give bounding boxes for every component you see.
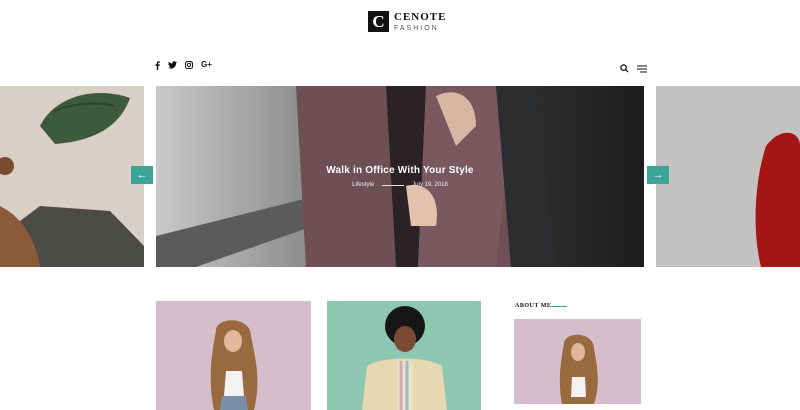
post-thumbnail[interactable] <box>156 301 311 410</box>
slide-category[interactable]: Lifestyle <box>352 182 374 188</box>
header-tools <box>620 60 647 78</box>
heading-underline <box>550 306 567 307</box>
search-icon[interactable] <box>620 60 629 78</box>
post-thumbnail[interactable] <box>327 301 481 410</box>
slide-meta: Lifestyle July 19, 2018 <box>156 182 644 188</box>
slide-caption: Walk in Office With Your Style Lifestyle… <box>156 165 644 188</box>
logo-text: CENOTE FASHION <box>394 10 447 32</box>
arrow-right-icon: → <box>652 168 664 181</box>
menu-icon[interactable] <box>637 60 647 78</box>
about-me-image <box>514 319 641 404</box>
google-plus-icon[interactable]: G+ <box>201 60 212 70</box>
slider-next-button[interactable]: → <box>647 166 669 184</box>
featured-slide[interactable]: Walk in Office With Your Style Lifestyle… <box>156 86 644 267</box>
about-me-heading: ABOUT ME <box>515 303 552 309</box>
instagram-icon[interactable] <box>185 61 193 69</box>
slide-title[interactable]: Walk in Office With Your Style <box>156 165 644 176</box>
logo-mark: C <box>368 11 389 32</box>
arrow-left-icon: ← <box>136 168 148 181</box>
logo-subtitle: FASHION <box>394 24 439 32</box>
social-links: G+ <box>155 60 212 70</box>
meta-divider <box>382 184 405 186</box>
slider-prev-button[interactable]: ← <box>131 166 153 184</box>
slide-date: July 19, 2018 <box>412 182 448 188</box>
slide-previous-image[interactable] <box>0 86 144 267</box>
logo-title: CENOTE <box>394 10 447 23</box>
site-logo[interactable]: C CENOTE FASHION <box>368 11 446 32</box>
slide-next-image[interactable] <box>656 86 800 267</box>
facebook-icon[interactable] <box>155 60 160 70</box>
twitter-icon[interactable] <box>168 61 177 69</box>
